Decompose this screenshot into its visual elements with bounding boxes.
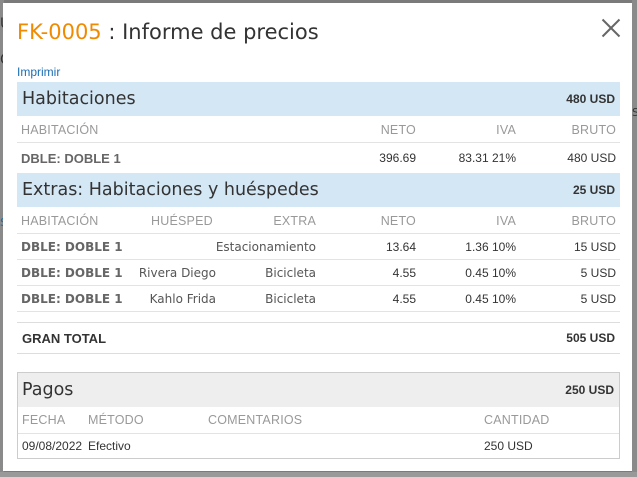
net-value: 4.55: [392, 292, 416, 306]
grand-total-label: GRAN TOTAL: [22, 331, 107, 346]
price-report-modal: FK-0005 : Informe de precios Imprimir Ha…: [3, 3, 632, 471]
room-name: DBLE: DOBLE 1: [21, 266, 123, 280]
col-vat: IVA: [496, 123, 516, 137]
payment-date: 09/08/2022: [22, 439, 83, 453]
table-row: 09/08/2022 Efectivo 250 USD: [18, 434, 619, 458]
rooms-section-total: 480 USD: [566, 92, 615, 106]
col-amount: CANTIDAD: [484, 413, 550, 427]
col-extra: EXTRA: [273, 214, 316, 228]
room-name: DBLE: DOBLE 1: [21, 240, 123, 254]
close-icon[interactable]: [598, 15, 624, 41]
vat-value: 0.45 10%: [465, 266, 516, 280]
room-name: DBLE: DOBLE 1: [21, 151, 121, 166]
payment-amount: 250 USD: [484, 439, 533, 453]
col-gross: BRUTO: [571, 123, 616, 137]
payment-method: Efectivo: [88, 439, 131, 453]
guest-name: Rivera Diego: [138, 266, 216, 280]
extra-name: Bicicleta: [265, 292, 316, 306]
payments-total: 250 USD: [565, 383, 614, 397]
net-value: 13.64: [385, 240, 416, 254]
col-date: FECHA: [22, 413, 66, 427]
background-fragment: S: [632, 106, 637, 119]
gross-value: 5 USD: [580, 292, 616, 306]
table-row: DBLE: DOBLE 1 396.69 83.31 21% 480 USD: [17, 143, 620, 172]
col-net: NETO: [380, 214, 416, 228]
extra-name: Estacionamiento: [215, 240, 316, 254]
rooms-section-header: Habitaciones 480 USD: [17, 82, 620, 116]
payments-table-header: FECHA MÉTODO COMENTARIOS CANTIDAD: [18, 407, 619, 434]
rooms-table-header: HABITACIÓN NETO IVA BRUTO: [17, 116, 620, 143]
extras-table-header: HABITACIÓN HUÉSPED EXTRA NETO IVA BRUTO: [17, 207, 620, 234]
vat-value: 83.31 21%: [458, 151, 516, 165]
rooms-section-title: Habitaciones: [22, 89, 136, 109]
table-row: DBLE: DOBLE 1 Rivera Diego Bicicleta 4.5…: [17, 260, 620, 286]
col-gross: BRUTO: [571, 214, 616, 228]
room-name: DBLE: DOBLE 1: [21, 292, 123, 306]
payments-panel: Pagos 250 USD FECHA MÉTODO COMENTARIOS C…: [17, 372, 620, 459]
col-net: NETO: [380, 123, 416, 137]
vat-value: 0.45 10%: [465, 292, 516, 306]
gross-value: 5 USD: [580, 266, 616, 280]
extra-name: Bicicleta: [265, 266, 316, 280]
booking-code: FK-0005: [17, 20, 102, 44]
payments-header: Pagos 250 USD: [18, 373, 619, 407]
col-vat: IVA: [496, 214, 516, 228]
table-row: DBLE: DOBLE 1 Estacionamiento 13.64 1.36…: [17, 234, 620, 260]
col-room: HABITACIÓN: [21, 123, 99, 137]
grand-total-row: GRAN TOTAL 505 USD: [17, 322, 620, 354]
payments-title: Pagos: [22, 380, 74, 400]
extras-section-title: Extras: Habitaciones y huéspedes: [22, 180, 319, 200]
net-value: 396.69: [379, 151, 416, 165]
gross-value: 480 USD: [567, 151, 616, 165]
col-room: HABITACIÓN: [21, 214, 99, 228]
vat-value: 1.36 10%: [465, 240, 516, 254]
background-bottom-edge: [0, 472, 637, 477]
net-value: 4.55: [392, 266, 416, 280]
extras-section-total: 25 USD: [572, 183, 615, 197]
gross-value: 15 USD: [573, 240, 616, 254]
background-right-edge: [632, 0, 637, 477]
guest-name: Kahlo Frida: [149, 292, 216, 306]
col-method: MÉTODO: [88, 413, 144, 427]
extras-section-header: Extras: Habitaciones y huéspedes 25 USD: [17, 173, 620, 207]
col-comments: COMENTARIOS: [208, 413, 303, 427]
title-text: : Informe de precios: [101, 20, 319, 44]
col-guest: HUÉSPED: [151, 214, 213, 228]
modal-title: FK-0005 : Informe de precios: [17, 20, 319, 44]
print-link[interactable]: Imprimir: [17, 65, 60, 79]
grand-total-amount: 505 USD: [566, 331, 615, 345]
table-row: DBLE: DOBLE 1 Kahlo Frida Bicicleta 4.55…: [17, 286, 620, 312]
